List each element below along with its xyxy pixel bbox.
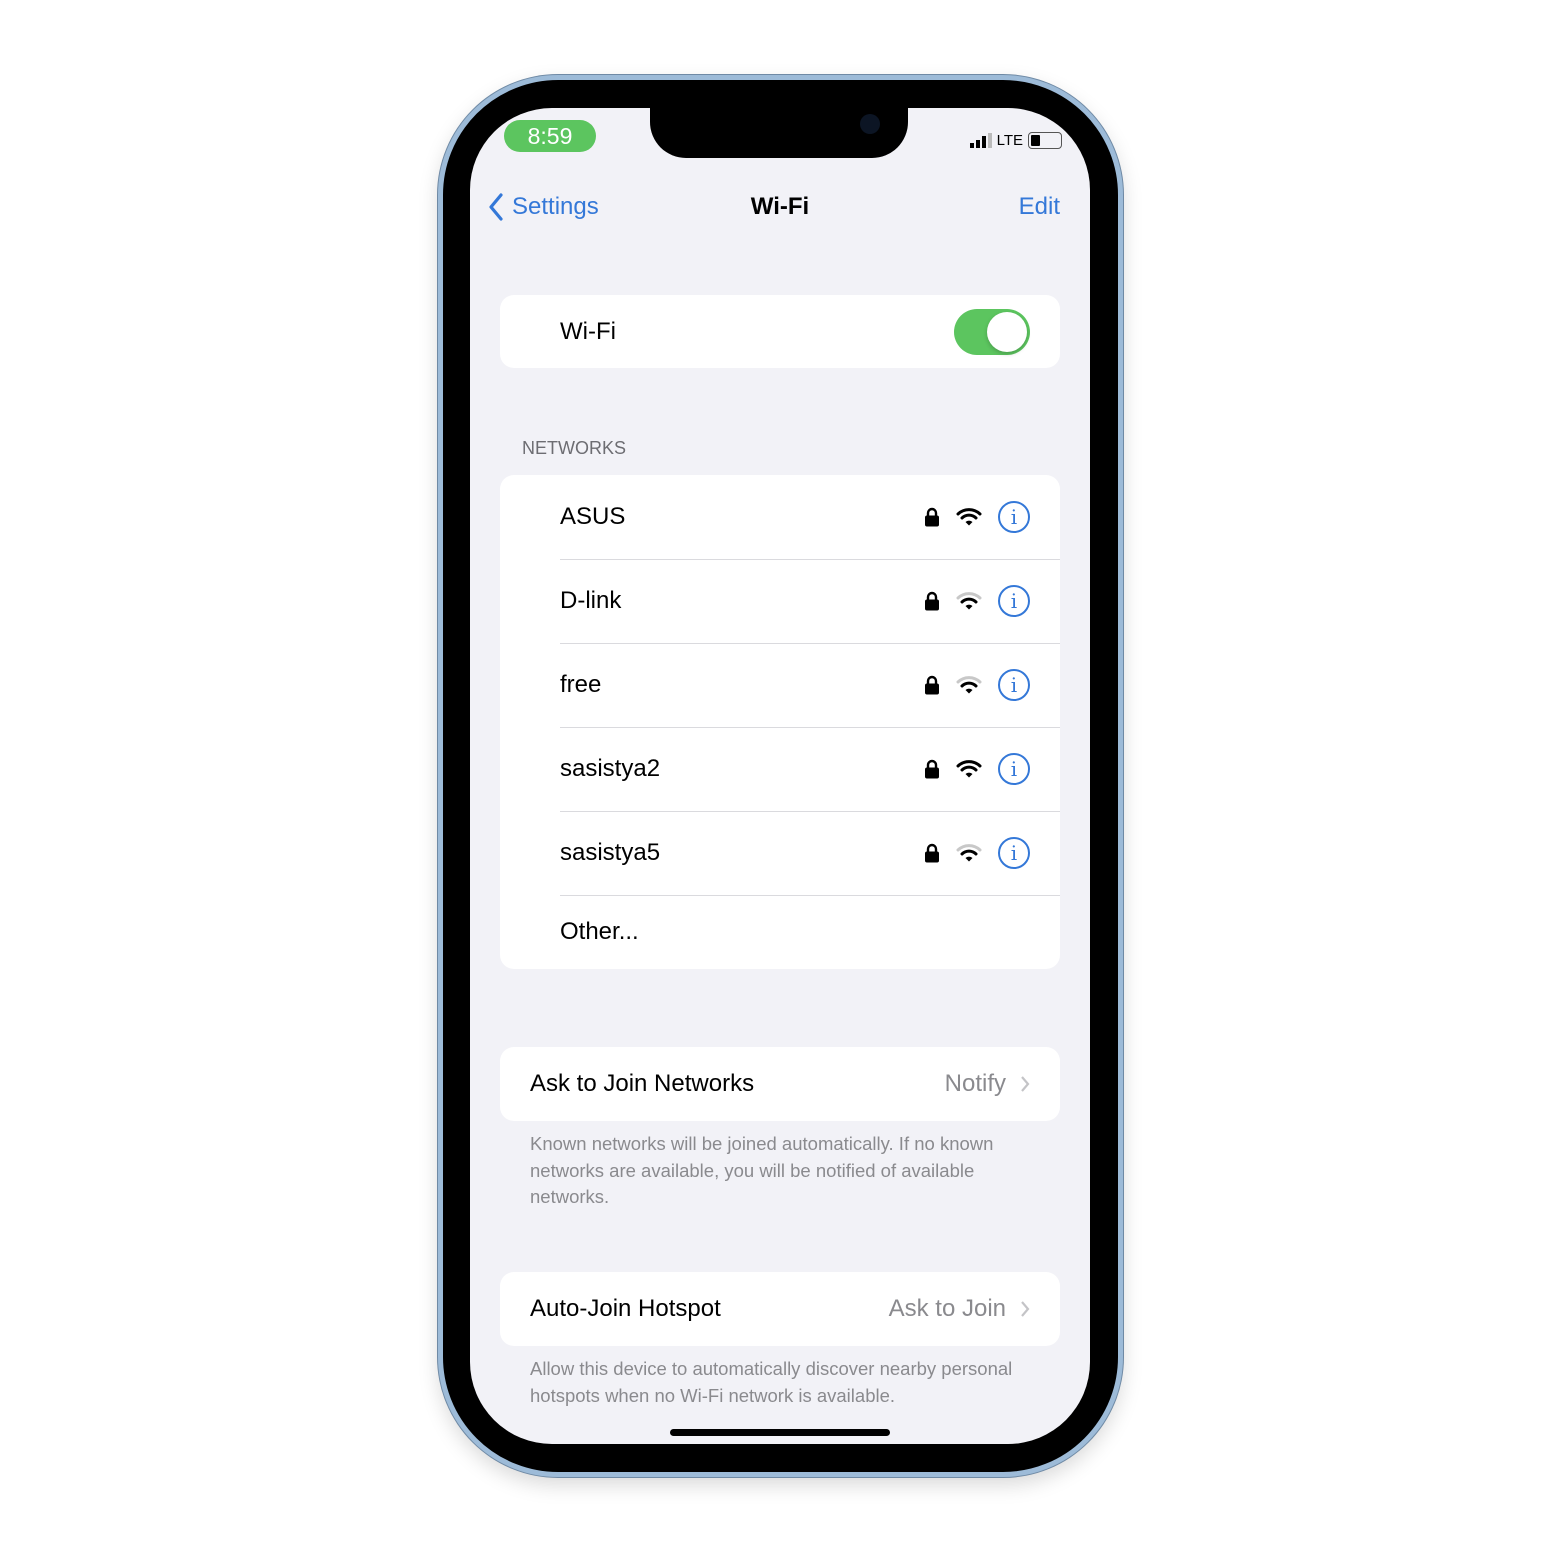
other-label: Other... — [560, 918, 639, 945]
network-name: sasistya5 — [560, 839, 661, 866]
camera — [860, 114, 880, 134]
auto-join-footer: Allow this device to automatically disco… — [530, 1358, 1013, 1406]
auto-join-value: Ask to Join — [888, 1295, 1006, 1322]
info-icon[interactable]: i — [998, 753, 1030, 785]
wifi-toggle-card: Wi-Fi — [500, 295, 1060, 368]
wifi-toggle[interactable] — [954, 308, 1030, 355]
carrier-label: LTE — [996, 132, 1023, 149]
chevron-right-icon — [1021, 1301, 1030, 1317]
nav-bar: Settings Wi-Fi Edit — [470, 193, 1090, 229]
network-row[interactable]: D-link i — [500, 559, 1060, 643]
auto-join-card: Auto-Join Hotspot Ask to Join — [500, 1272, 1060, 1346]
lock-icon — [925, 591, 939, 611]
status-indicators: LTE — [969, 132, 1062, 149]
wifi-signal-icon — [956, 844, 982, 862]
info-icon[interactable]: i — [998, 501, 1030, 533]
ask-to-join-value: Notify — [944, 1070, 1006, 1097]
wifi-signal-icon — [956, 760, 982, 778]
lock-icon — [925, 843, 939, 863]
chevron-left-icon — [489, 193, 503, 221]
network-name: sasistya2 — [560, 755, 661, 782]
lock-icon — [925, 507, 939, 527]
network-row[interactable]: ASUS i — [500, 475, 1060, 559]
status-time: 8:59 — [504, 120, 596, 152]
wifi-signal-icon — [956, 676, 982, 694]
wifi-label: Wi-Fi — [560, 317, 616, 345]
network-row[interactable]: sasistya5 i — [500, 811, 1060, 895]
wifi-signal-icon — [956, 592, 982, 610]
chevron-right-icon — [1021, 1076, 1030, 1092]
networks-list: ASUS i D-link i free i sasistya2 i sasistya5 i Oth… — [500, 475, 1060, 969]
lock-icon — [925, 759, 939, 779]
network-name: free — [560, 671, 602, 698]
lock-icon — [925, 675, 939, 695]
notch — [650, 108, 908, 158]
edit-button[interactable]: Edit — [1019, 193, 1060, 221]
ask-to-join-row[interactable]: Ask to Join Networks Notify — [500, 1047, 1060, 1121]
info-icon[interactable]: i — [998, 585, 1030, 617]
networks-header: NETWORKS — [522, 438, 627, 458]
battery-icon — [1028, 132, 1062, 149]
network-row[interactable]: sasistya2 i — [500, 727, 1060, 811]
screen: 8:59 LTE Settings Wi-Fi Edit Wi-Fi NETWO… — [470, 108, 1090, 1444]
back-label: Settings — [512, 193, 599, 220]
info-icon[interactable]: i — [998, 837, 1030, 869]
cellular-signal-icon — [969, 133, 992, 148]
network-name: ASUS — [560, 503, 626, 530]
wifi-signal-icon — [956, 508, 982, 526]
network-name: D-link — [560, 587, 622, 614]
auto-join-label: Auto-Join Hotspot — [530, 1295, 721, 1322]
auto-join-row[interactable]: Auto-Join Hotspot Ask to Join — [500, 1272, 1060, 1346]
ask-to-join-label: Ask to Join Networks — [530, 1070, 755, 1097]
info-icon[interactable]: i — [998, 669, 1030, 701]
network-row[interactable]: free i — [500, 643, 1060, 727]
ask-to-join-card: Ask to Join Networks Notify — [500, 1047, 1060, 1121]
home-indicator[interactable] — [670, 1429, 890, 1436]
back-button[interactable]: Settings — [488, 193, 599, 221]
other-network-row[interactable]: Other... — [500, 895, 1060, 969]
ask-to-join-footer: Known networks will be joined automatica… — [530, 1133, 994, 1207]
